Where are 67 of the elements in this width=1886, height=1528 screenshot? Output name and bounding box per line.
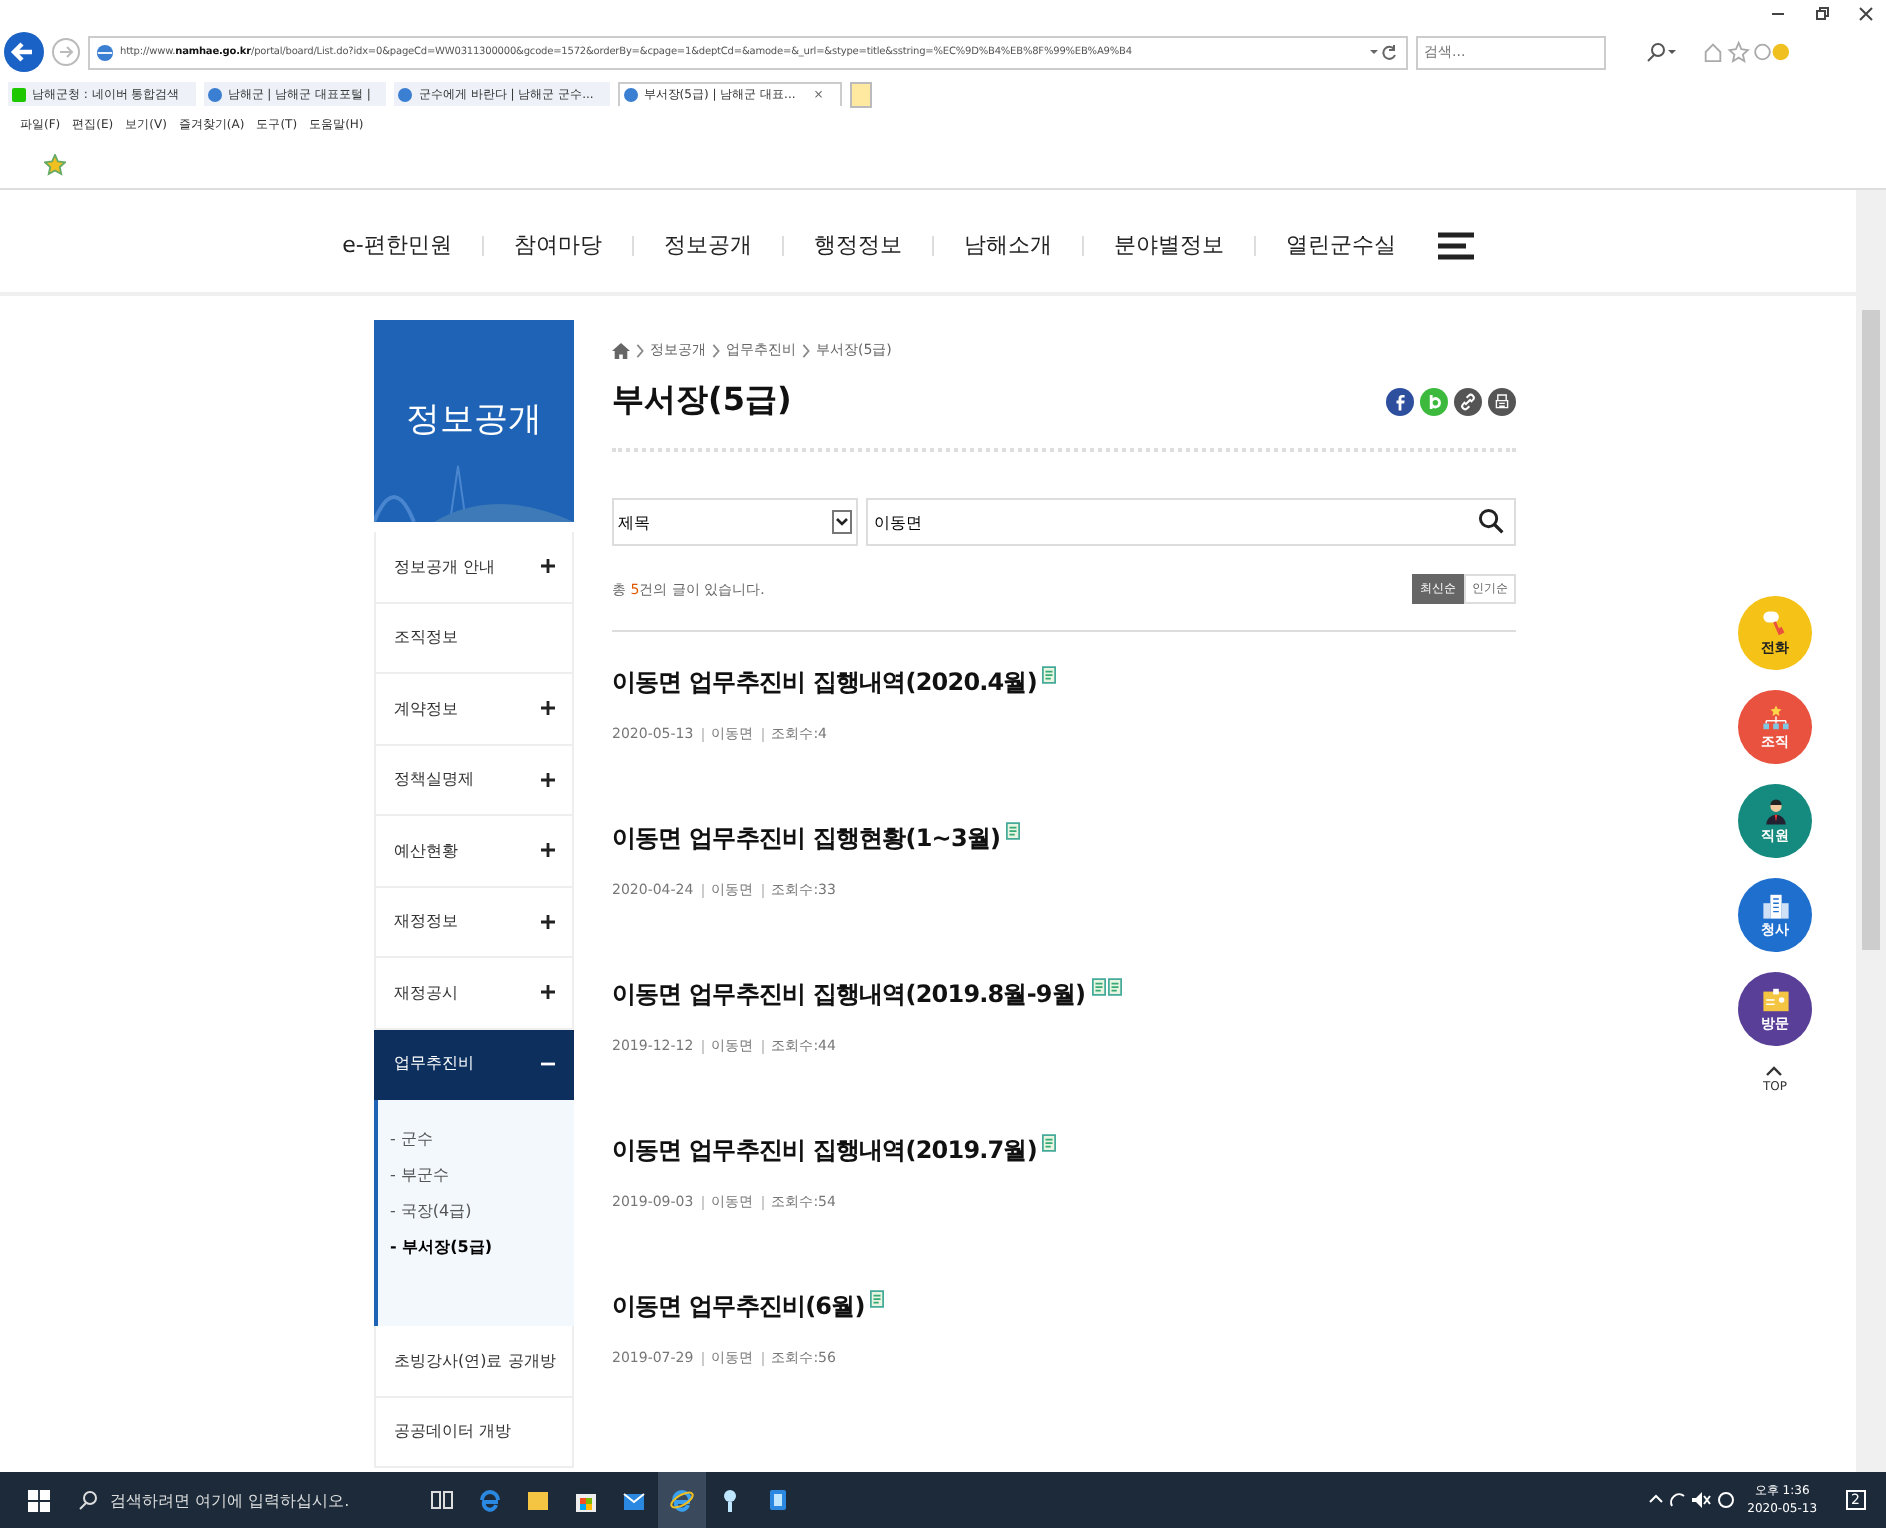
page-title: 부서장(5급) (612, 380, 792, 422)
attachment-icon[interactable] (1042, 1134, 1057, 1152)
back-icon[interactable] (4, 32, 44, 72)
plus-icon[interactable] (540, 700, 556, 717)
submenu-item[interactable]: - 국장(4급) (390, 1200, 562, 1222)
nav-link[interactable]: 정보공개 (663, 230, 752, 260)
post-title-link[interactable]: 이동면 업무추진비 집행내역(2020.4월) (612, 666, 1037, 700)
nav-link[interactable]: 남해소개 (963, 230, 1052, 260)
post-title-link[interactable]: 이동면 업무추진비 집행내역(2019.8월-9월) (612, 978, 1086, 1012)
favorites-star-icon[interactable] (44, 154, 66, 176)
internet-explorer-icon[interactable] (658, 1472, 706, 1528)
submenu-item[interactable]: - 부서장(5급) (390, 1236, 562, 1258)
attachment-icon[interactable] (1107, 978, 1122, 996)
nav-link[interactable]: e-편한민원 (342, 230, 452, 260)
nav-link[interactable]: 행정정보 (813, 230, 902, 260)
windows-start-icon[interactable] (28, 1489, 50, 1511)
id-card-icon (1761, 985, 1789, 1013)
nav-link[interactable]: 분야별정보 (1113, 230, 1224, 260)
submenu-item[interactable]: - 부군수 (390, 1164, 562, 1186)
link-icon[interactable] (1454, 387, 1482, 415)
sidebar-item[interactable]: 재정정보 (374, 887, 574, 958)
scrollbar[interactable] (1856, 190, 1886, 1472)
search-icon[interactable] (78, 1490, 98, 1510)
org-chart-icon (1761, 703, 1789, 731)
chevron-icon (712, 343, 720, 357)
plus-icon[interactable] (540, 913, 556, 930)
refresh-icon[interactable] (1368, 44, 1400, 60)
nav-link[interactable]: 열린군수실 (1285, 230, 1396, 260)
plus-icon[interactable] (540, 984, 556, 1001)
chevron-icon (802, 343, 810, 357)
sidebar-item[interactable]: 정보공개 안내 (374, 532, 574, 603)
sidebar-item[interactable]: 조직정보 (374, 603, 574, 674)
close-icon[interactable] (1858, 6, 1874, 22)
attachment-icon[interactable] (1091, 978, 1106, 996)
sidebar-item[interactable]: 업무추진비 (374, 1029, 574, 1100)
home-icon[interactable] (612, 341, 630, 359)
search-icon[interactable] (1478, 508, 1504, 534)
sidebar-item[interactable]: 초빙강사(연)료 공개방 (374, 1326, 574, 1397)
attachment-icon[interactable] (1006, 822, 1021, 840)
submenu-item[interactable]: - 군수 (390, 1128, 562, 1150)
print-icon[interactable] (1488, 387, 1516, 415)
sidebar-item[interactable]: 정책실명제 (374, 745, 574, 816)
menu-icon[interactable] (1437, 231, 1474, 259)
nav-link[interactable]: 참여마당 (513, 230, 602, 260)
post-title-link[interactable]: 이동면 업무추진비 집행현황(1~3월) (612, 822, 1001, 856)
section-title: 정보공개 (406, 398, 542, 442)
attachment-icon[interactable] (870, 1290, 885, 1308)
attachment-icon[interactable] (1042, 666, 1057, 684)
facebook-icon[interactable] (1386, 387, 1414, 415)
sidebar-item[interactable]: 계약정보 (374, 674, 574, 745)
building-icon (1761, 891, 1789, 919)
sidebar-item[interactable]: 예산현황 (374, 816, 574, 887)
plus-icon[interactable] (540, 771, 556, 788)
plus-icon[interactable] (540, 558, 556, 575)
chevron-icon (636, 343, 644, 357)
search-field-select[interactable]: 제목 (612, 498, 858, 546)
post-title-link[interactable]: 이동면 업무추진비(6월) (612, 1290, 865, 1324)
system-tray-icons[interactable] (1647, 1490, 1736, 1510)
taskbar-search-field[interactable]: 검색하려면 여기에 입력하십시오. (106, 1489, 374, 1511)
person-icon (1761, 797, 1789, 825)
sidebar-item[interactable]: 공공데이터 개방 (374, 1397, 574, 1468)
plus-icon[interactable] (540, 842, 556, 859)
search-icon[interactable] (1646, 42, 1678, 62)
post-title-link[interactable]: 이동면 업무추진비 집행내역(2019.7월) (612, 1134, 1037, 1168)
restore-icon[interactable] (1814, 6, 1830, 22)
search-input[interactable]: 이동면 (866, 498, 1516, 546)
caret-up-icon (1766, 1066, 1783, 1076)
